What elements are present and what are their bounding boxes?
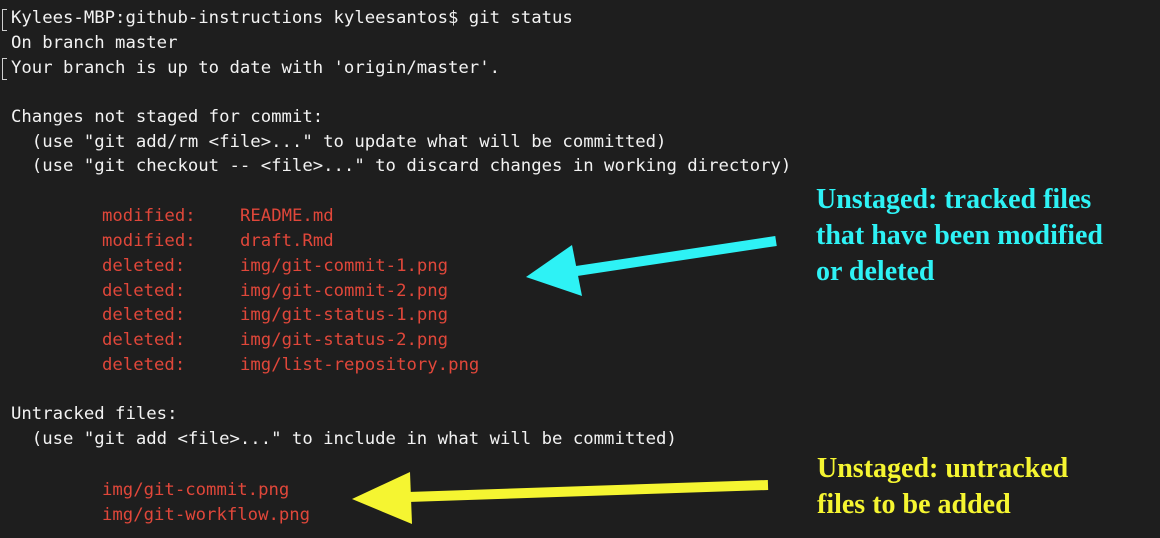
callout-unstaged-untracked: Unstaged: untracked files to be added [817, 453, 1069, 520]
callout-unstaged-tracked: Unstaged: tracked files that have been m… [816, 184, 1103, 287]
yellow-arrow-head-icon [352, 472, 412, 524]
cyan-arrow-shaft [569, 236, 777, 277]
yellow-arrow-shaft [407, 480, 769, 502]
terminal-window[interactable]: Kylees-MBP:github-instructions kyleesant… [0, 0, 1160, 538]
cyan-arrow-head-icon [526, 245, 582, 296]
